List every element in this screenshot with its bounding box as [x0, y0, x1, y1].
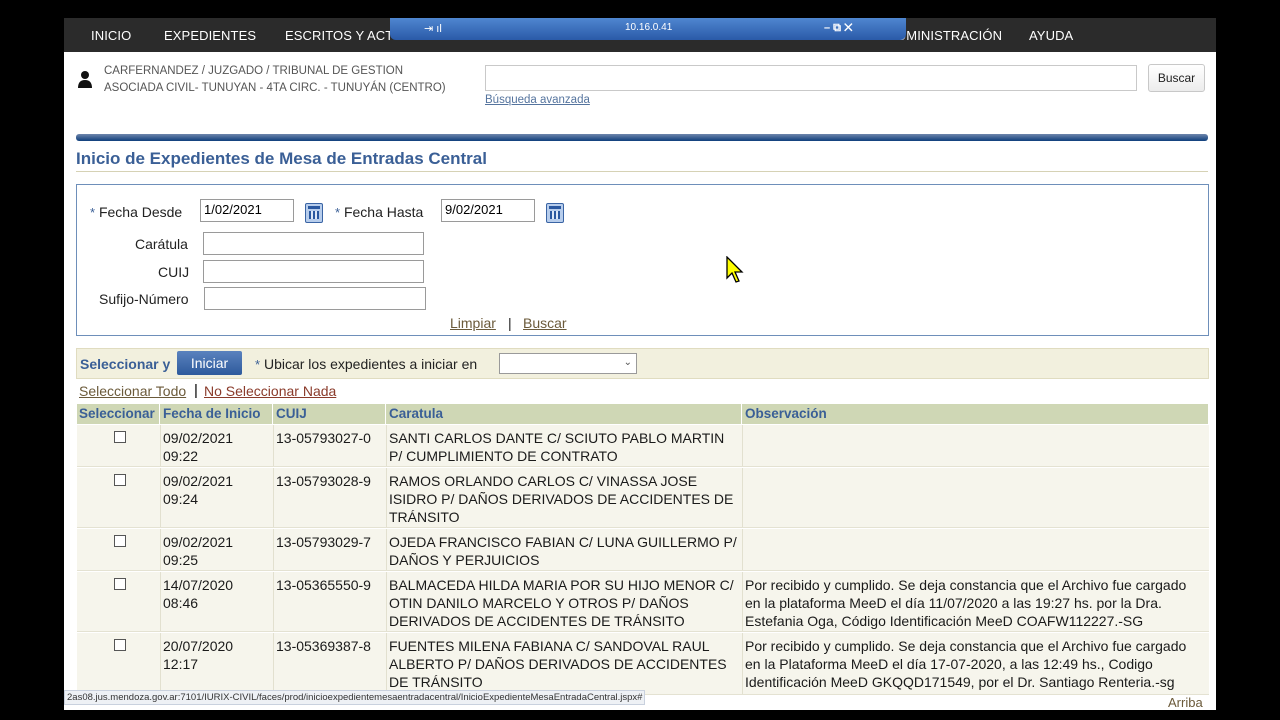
calendar-icon[interactable]: [546, 203, 564, 223]
chevron-down-icon: ⌄: [623, 357, 632, 368]
table-header: Seleccionar Fecha de Inicio CUIJ Caratul…: [77, 404, 1209, 424]
user-icon: [78, 71, 92, 88]
cell-cuij: 13-05793027-0: [276, 430, 371, 446]
date-from-field[interactable]: 1/02/2021: [200, 199, 294, 222]
calendar-icon[interactable]: [305, 203, 323, 223]
back-to-top-link[interactable]: Arriba: [1168, 695, 1203, 710]
cuij-label: CUIJ: [158, 264, 190, 280]
cell-date: 09/02/2021 09:22: [163, 430, 234, 464]
cell-date: 20/07/2020 12:17: [163, 638, 234, 672]
nav-item-ayuda[interactable]: AYUDA: [1029, 28, 1073, 43]
header-divider: [76, 134, 1208, 141]
cell-cuij: 13-05793029-7: [276, 534, 371, 550]
clear-link[interactable]: Limpiar: [450, 315, 496, 331]
cell-observacion: [743, 529, 1207, 533]
page-title: Inicio de Expedientes de Mesa de Entrada…: [76, 149, 487, 168]
row-checkbox[interactable]: [114, 474, 126, 486]
date-to-label: * Fecha Hasta: [335, 204, 424, 220]
column-header-observacion: Observación: [743, 404, 1209, 424]
location-select[interactable]: ⌄: [499, 353, 637, 374]
search-input[interactable]: [485, 65, 1137, 91]
remote-ip: 10.16.0.41: [625, 22, 673, 33]
row-checkbox[interactable]: [114, 578, 126, 590]
mouse-cursor-icon: [726, 256, 744, 283]
browser-viewport: INICIO EXPEDIENTES ESCRITOS Y ACTUACIONE…: [64, 18, 1216, 710]
status-bar-url: 2as08.jus.mendoza.gov.ar:7101/IURIX-CIVI…: [64, 690, 646, 705]
advanced-search-link[interactable]: Búsqueda avanzada: [485, 94, 590, 106]
row-checkbox[interactable]: [114, 639, 126, 651]
signal-icon: ⇥ ıl: [424, 23, 442, 35]
row-checkbox[interactable]: [114, 431, 126, 443]
window-controls[interactable]: – ⧉ ✕: [824, 22, 852, 35]
cell-caratula: SANTI CARLOS DANTE C/ SCIUTO PABLO MARTI…: [389, 430, 725, 464]
user-path: CARFERNANDEZ / JUZGADO / TRIBUNAL DE GES…: [104, 65, 404, 77]
search-button[interactable]: Buscar: [1148, 64, 1205, 92]
selection-toolbar: Seleccionar y Iniciar * Ubicar los exped…: [76, 348, 1209, 379]
cell-caratula: BALMACEDA HILDA MARIA POR SU HIJO MENOR …: [389, 577, 734, 629]
filter-panel: * Fecha Desde 1/02/2021 * Fecha Hasta 9/…: [76, 184, 1209, 336]
caratula-field[interactable]: [203, 232, 424, 255]
column-header-select: Seleccionar: [77, 404, 160, 424]
column-header-date: Fecha de Inicio: [161, 404, 273, 424]
filter-search-link[interactable]: Buscar: [523, 315, 567, 331]
column-header-cuij: CUIJ: [274, 404, 386, 424]
select-title: Seleccionar y: [80, 356, 171, 372]
top-navigation: INICIO EXPEDIENTES ESCRITOS Y ACTUACIONE…: [64, 18, 1216, 52]
cell-cuij: 13-05793028-9: [276, 473, 371, 489]
select-none-link[interactable]: No Seleccionar Nada: [204, 383, 336, 399]
remote-desktop-bar[interactable]: ⇥ ıl 10.16.0.41 – ⧉ ✕: [390, 18, 906, 40]
select-all-link[interactable]: Seleccionar Todo: [79, 383, 186, 399]
row-checkbox[interactable]: [114, 535, 126, 547]
cell-date: 09/02/2021 09:24: [163, 473, 234, 507]
cell-caratula: OJEDA FRANCISCO FABIAN C/ LUNA GUILLERMO…: [389, 534, 737, 568]
date-from-label: * Fecha Desde: [90, 204, 183, 220]
table-row: 09/02/2021 09:24 13-05793028-9 RAMOS ORL…: [77, 468, 1209, 528]
suffix-number-label: Sufijo-Número: [99, 291, 189, 307]
cell-date: 09/02/2021 09:25: [163, 534, 234, 568]
table-row: 09/02/2021 09:25 13-05793029-7 OJEDA FRA…: [77, 529, 1209, 571]
cell-caratula: RAMOS ORLANDO CARLOS C/ VINASSA JOSE ISI…: [389, 473, 734, 525]
table-row: 14/07/2020 08:46 13-05365550-9 BALMACEDA…: [77, 572, 1209, 632]
nav-item-inicio[interactable]: INICIO: [91, 28, 131, 43]
user-office: ASOCIADA CIVIL- TUNUYAN - 4TA CIRC. - TU…: [104, 82, 446, 94]
selection-separator: |: [194, 382, 198, 399]
link-separator: |: [508, 315, 512, 331]
location-label: * Ubicar los expedientes a iniciar en: [255, 356, 478, 372]
cell-cuij: 13-05369387-8: [276, 638, 371, 654]
table-row: 20/07/2020 12:17 13-05369387-8 FUENTES M…: [77, 633, 1209, 695]
cell-observacion: [743, 425, 1207, 429]
cell-date: 14/07/2020 08:46: [163, 577, 234, 611]
caratula-label: Carátula: [135, 236, 188, 252]
cuij-field[interactable]: [203, 260, 424, 283]
nav-item-expedientes[interactable]: EXPEDIENTES: [164, 28, 256, 43]
date-to-field[interactable]: 9/02/2021: [441, 199, 535, 222]
start-button[interactable]: Iniciar: [177, 351, 242, 375]
column-header-caratula: Caratula: [387, 404, 742, 424]
cell-observacion: Por recibido y cumplido. Se deja constan…: [745, 638, 1187, 690]
cell-observacion: Por recibido y cumplido. Se deja constan…: [745, 577, 1187, 629]
cell-cuij: 13-05365550-9: [276, 577, 371, 593]
suffix-number-field[interactable]: [204, 287, 426, 310]
cell-caratula: FUENTES MILENA FABIANA C/ SANDOVAL RAUL …: [389, 638, 727, 690]
cell-observacion: [743, 468, 1207, 472]
title-divider: [76, 171, 1208, 172]
table-row: 09/02/2021 09:22 13-05793027-0 SANTI CAR…: [77, 425, 1209, 467]
